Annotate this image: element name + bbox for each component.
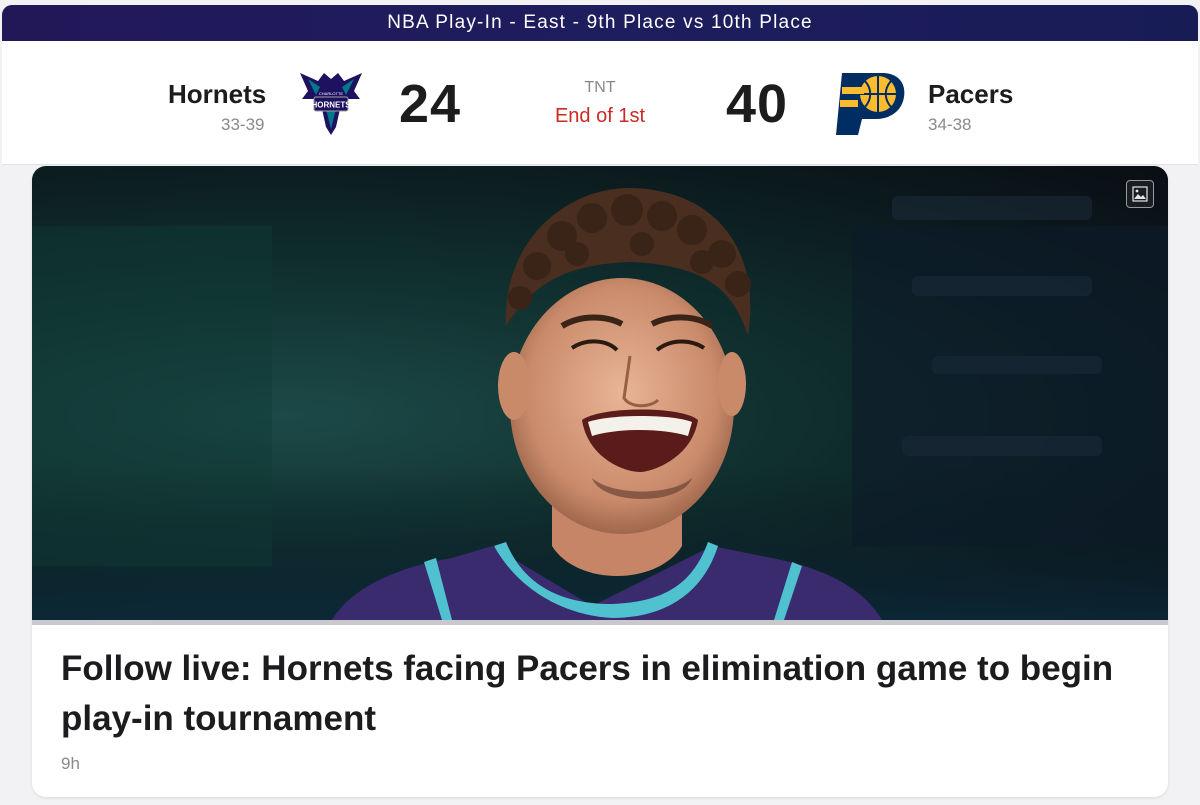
image-gallery-icon[interactable] xyxy=(1126,180,1154,208)
pacers-logo-icon[interactable] xyxy=(834,69,906,137)
article-timestamp: 9h xyxy=(61,754,80,773)
article-headline[interactable]: Follow live: Hornets facing Pacers in el… xyxy=(61,644,1131,744)
home-team-record: 34-38 xyxy=(928,115,972,134)
hornets-logo-icon[interactable]: CHARLOTTE HORNETS xyxy=(296,69,366,137)
image-progress-bar xyxy=(32,620,1168,625)
player-photo xyxy=(32,187,1168,620)
game-context-banner[interactable]: NBA Play-In - East - 9th Place vs 10th P… xyxy=(2,5,1198,41)
game-status: End of 1st xyxy=(554,105,646,127)
home-team-name[interactable]: Pacers xyxy=(928,79,1013,110)
broadcast-network: TNT xyxy=(584,79,616,96)
home-team-score: 40 xyxy=(726,74,789,134)
scoreboard[interactable]: Hornets 33-39 CHARLOTTE HORNETS 24 TNT E… xyxy=(2,41,1198,165)
article-hero-image[interactable] xyxy=(32,166,1168,620)
svg-text:CHARLOTTE: CHARLOTTE xyxy=(319,91,344,96)
away-team-name[interactable]: Hornets xyxy=(168,79,266,110)
article-card[interactable]: Follow live: Hornets facing Pacers in el… xyxy=(32,166,1168,797)
news-page: NBA Play-In - East - 9th Place vs 10th P… xyxy=(0,0,1200,805)
svg-text:HORNETS: HORNETS xyxy=(311,101,351,110)
banner-text: NBA Play-In - East - 9th Place vs 10th P… xyxy=(387,12,813,33)
away-team-record: 33-39 xyxy=(221,115,265,134)
away-team-score: 24 xyxy=(399,74,462,134)
